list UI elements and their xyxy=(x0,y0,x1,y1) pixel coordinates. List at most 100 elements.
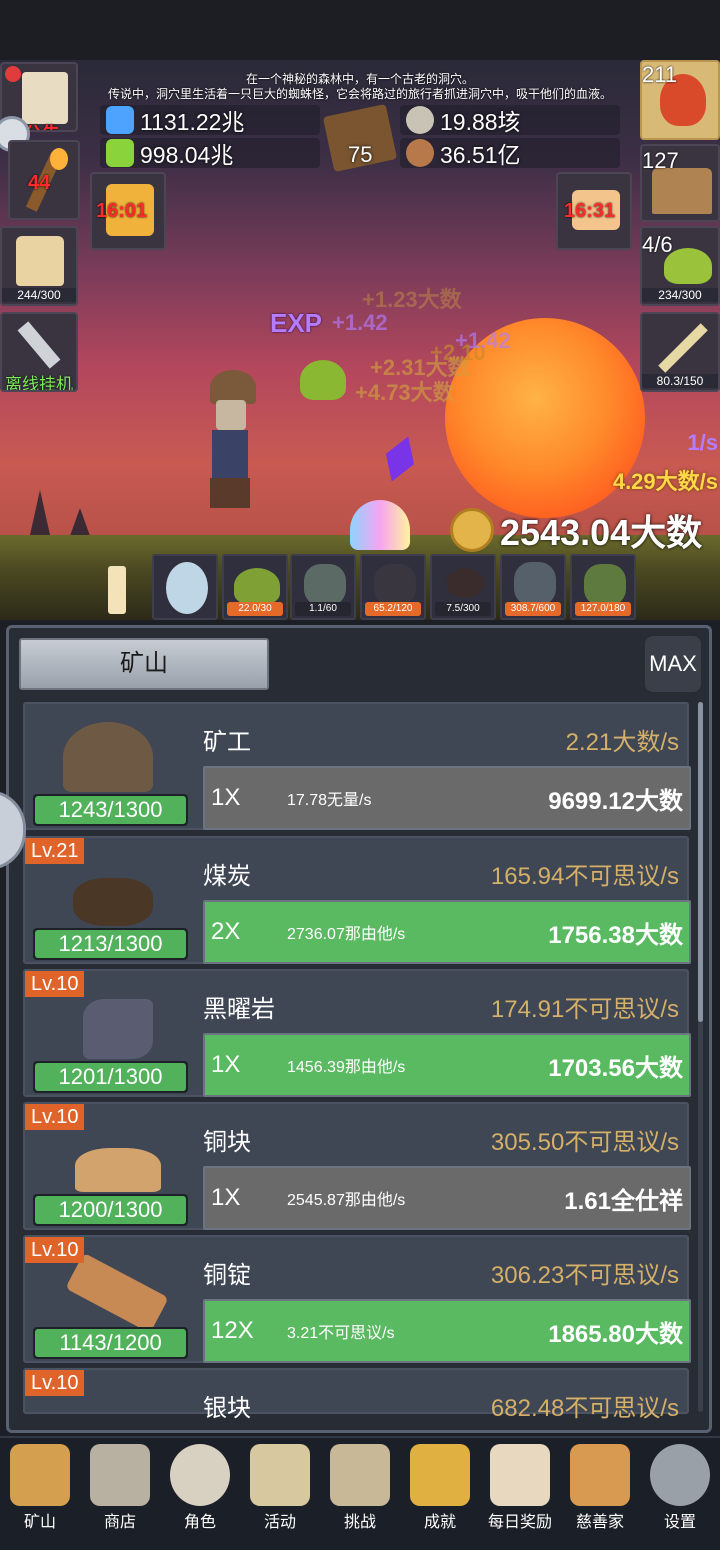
mine-name: 银块 xyxy=(203,1395,251,1422)
max-button[interactable]: MAX xyxy=(645,636,701,692)
tray-slot-egg[interactable] xyxy=(152,554,218,620)
treasure-chest-icon xyxy=(652,168,712,214)
multiplier: 1X xyxy=(211,784,241,811)
map-icon xyxy=(330,1444,390,1506)
upgrade-cost: 1.61全仕祥 xyxy=(564,1187,683,1215)
offline-label: 离线挂机 xyxy=(5,375,73,392)
nav-label: 矿山 xyxy=(23,1514,56,1531)
left-timer: 16:01 xyxy=(96,200,148,222)
sword-icon xyxy=(658,323,708,373)
potion-count: 211 xyxy=(642,62,678,87)
nav-item-2[interactable]: 角色 xyxy=(160,1440,240,1540)
status-bar xyxy=(0,0,720,60)
mine-name: 矿工 xyxy=(203,729,251,756)
left-buff-timer[interactable]: 16:01 xyxy=(90,172,166,250)
candle-icon xyxy=(108,566,126,614)
nav-item-8[interactable]: 设置 xyxy=(640,1440,720,1540)
scroll-icon xyxy=(22,72,68,124)
beer-button[interactable]: 244/300 xyxy=(0,226,78,306)
tray-count: 65.2/120 xyxy=(365,602,421,616)
nav-item-6[interactable]: 每日奖励 xyxy=(480,1440,560,1540)
mine-row: Lv.10 1201/1300 黑曜岩 174.91不可思议/s 1X 1456.39那由… xyxy=(23,969,691,1097)
copper-ore-icon xyxy=(75,1148,161,1192)
meat-resource: 36.51亿 xyxy=(400,138,620,168)
level-badge: Lv.10 xyxy=(25,1104,85,1130)
meat-value: 36.51亿 xyxy=(440,142,521,168)
green-potion-resource: 998.04兆 xyxy=(100,138,320,168)
torch-count: 44 xyxy=(28,172,51,194)
tray-slot-ghoul[interactable]: 1.1/60 xyxy=(290,554,356,620)
silver-coin-icon xyxy=(406,106,434,134)
nav-item-1[interactable]: 商店 xyxy=(80,1440,160,1540)
upgrade-button[interactable]: 1X 1456.39那由他/s 1703.56大数 xyxy=(203,1033,691,1097)
tray-count: 1.1/60 xyxy=(295,602,351,616)
blue-potion-value: 1131.22兆 xyxy=(140,109,245,135)
silver-coin-value: 19.88垓 xyxy=(440,109,521,135)
slime-enemy xyxy=(300,360,346,400)
mine-name: 铜锭 xyxy=(203,1262,251,1289)
bread-icon xyxy=(570,1444,630,1506)
nav-item-3[interactable]: 活动 xyxy=(240,1440,320,1540)
offline-idle-button[interactable]: 离线挂机 xyxy=(0,312,78,392)
lantern-icon xyxy=(10,1444,70,1506)
tray-slot-fairy[interactable]: 65.2/120 xyxy=(360,554,426,620)
magic-crystal xyxy=(378,431,423,486)
tray-slot-orc[interactable]: 127.0/180 xyxy=(570,554,636,620)
mine-name: 铜块 xyxy=(203,1129,251,1156)
multiplier: 1X xyxy=(211,1051,241,1078)
sword-button[interactable]: 80.3/150 xyxy=(640,312,720,392)
hero-boots xyxy=(210,478,250,508)
sword-progress: 80.3/150 xyxy=(642,374,718,388)
capacity-value: 1243/1300 xyxy=(35,796,186,824)
nav-item-5[interactable]: 成就 xyxy=(400,1440,480,1540)
tray-slot-slime[interactable]: 22.0/30 xyxy=(222,554,288,620)
chest-button[interactable]: 127 xyxy=(640,144,720,222)
upgrade-button[interactable]: 1X 17.78无量/s 9699.12大数 xyxy=(203,766,691,830)
mine-rate: 2.21大数/s xyxy=(565,729,679,756)
mine-row: Lv.10 银块 682.48不可思议/s xyxy=(23,1368,689,1470)
float-damage-2: +4.73大数 xyxy=(355,380,455,405)
tray-count: 308.7/600 xyxy=(505,602,561,616)
nav-item-0[interactable]: 矿山 xyxy=(0,1440,80,1540)
mine-rate: 306.23不可思议/s xyxy=(490,1262,679,1289)
hero-character xyxy=(200,370,260,510)
spider-icon xyxy=(446,568,484,598)
level-badge: Lv.10 xyxy=(25,971,85,997)
nav-label: 活动 xyxy=(263,1514,296,1531)
slime-button[interactable]: 4/6 234/300 xyxy=(640,226,720,306)
multiplier: 2X xyxy=(211,918,241,945)
mine-row: Lv.10 1200/1300 铜块 305.50不可思议/s 1X 2545.87那由他… xyxy=(23,1102,691,1230)
capacity-bar: 1213/1300 xyxy=(33,928,188,960)
nav-label: 设置 xyxy=(663,1514,696,1531)
per-second-gain: 2736.07那由他/s xyxy=(287,926,406,943)
mine-row: Lv.10 1143/1200 铜锭 306.23不可思议/s 12X 3.21不可思议/… xyxy=(23,1235,691,1363)
tray-slot-candle[interactable] xyxy=(82,554,148,620)
torch-button[interactable]: 44 xyxy=(8,140,80,220)
float-damage-3: +1.23大数 xyxy=(362,287,462,312)
mine-name: 黑曜岩 xyxy=(203,996,275,1023)
upgrade-button[interactable]: 2X 2736.07那由他/s 1756.38大数 xyxy=(203,900,691,964)
orc-icon xyxy=(584,564,626,606)
tab-mine[interactable]: 矿山 xyxy=(19,638,269,690)
right-buff-timer[interactable]: 16:31 xyxy=(556,172,632,250)
nav-item-4[interactable]: 挑战 xyxy=(320,1440,400,1540)
mine-image xyxy=(33,714,188,800)
gold-total: 2543.04大数 xyxy=(500,512,703,553)
right-timer: 16:31 xyxy=(564,200,616,222)
scrollbar-thumb[interactable] xyxy=(698,702,703,1022)
mine-name: 煤炭 xyxy=(203,863,251,890)
upgrade-button[interactable]: 12X 3.21不可思议/s 1865.80大数 xyxy=(203,1299,691,1363)
tray-slot-spider[interactable]: 7.5/300 xyxy=(430,554,496,620)
capacity-value: 1201/1300 xyxy=(35,1063,186,1091)
upgrade-button[interactable]: 1X 2545.87那由他/s 1.61全仕祥 xyxy=(203,1166,691,1230)
tray-slot-wraith[interactable]: 308.7/600 xyxy=(500,554,566,620)
nav-item-7[interactable]: 慈善家 xyxy=(560,1440,640,1540)
hero-hat xyxy=(210,370,256,404)
capacity-value: 1143/1200 xyxy=(35,1329,186,1357)
mine-rate: 165.94不可思议/s xyxy=(490,863,679,890)
slime-capacity: 234/300 xyxy=(642,288,718,302)
miner-helmet-icon xyxy=(63,722,153,792)
skull-icon xyxy=(170,1444,230,1506)
potion-button[interactable]: 211 xyxy=(640,60,720,140)
wrench-icon xyxy=(17,321,61,369)
